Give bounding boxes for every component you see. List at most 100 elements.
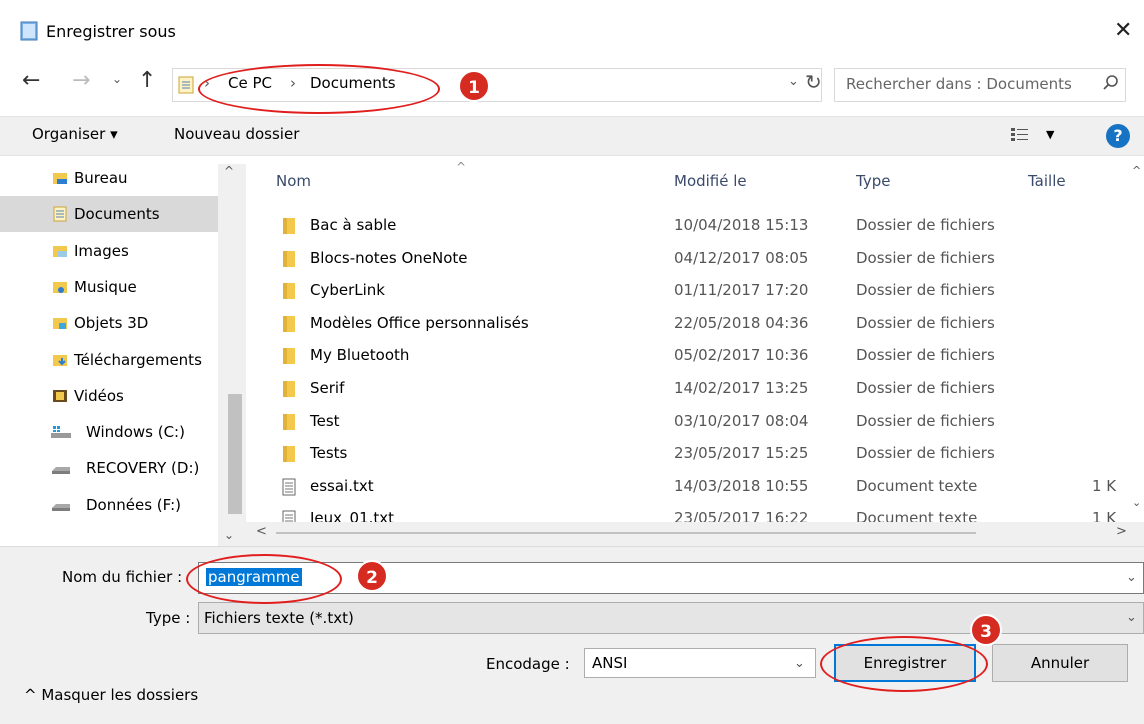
scroll-down-icon[interactable]: ⌄ — [224, 528, 234, 542]
file-modified: 23/05/2017 16:22 — [674, 509, 809, 522]
navigation-scrollbar-thumb[interactable] — [228, 394, 242, 514]
view-options-icon[interactable] — [1010, 126, 1030, 144]
column-header-size[interactable]: Taille — [1028, 172, 1066, 190]
scroll-right-icon[interactable]: > — [1116, 524, 1127, 539]
file-row[interactable]: CyberLink 01/11/2017 17:20 Dossier de fich… — [260, 275, 1136, 307]
encoding-dropdown-icon[interactable]: ⌄ — [794, 656, 805, 671]
recent-locations-chevron-icon[interactable]: ⌄ — [112, 72, 122, 86]
file-modified: 03/10/2017 08:04 — [674, 411, 809, 430]
sidebar-item[interactable]: Musique — [0, 269, 218, 305]
file-row[interactable]: Blocs-notes OneNote 04/12/2017 08:05 Dossi… — [260, 243, 1136, 275]
file-size: 1 K — [1092, 509, 1117, 522]
address-dropdown-icon[interactable]: ⌄ — [788, 74, 799, 89]
file-type: Dossier de fichiers — [856, 379, 995, 397]
file-row[interactable]: Tests 23/05/2017 15:25 Dossier de fichiers — [260, 438, 1136, 470]
sidebar-item-label: Bureau — [74, 169, 128, 187]
search-icon[interactable] — [1102, 74, 1120, 92]
search-placeholder[interactable]: Rechercher dans : Documents — [846, 75, 1072, 93]
text-file-icon — [282, 510, 296, 522]
column-header-type[interactable]: Type — [856, 172, 890, 190]
forward-arrow-icon[interactable]: → — [72, 68, 90, 93]
file-list: Bac à sable 10/04/2018 15:13 Dossier de fi… — [260, 204, 1136, 522]
sidebar-item-label: Vidéos — [74, 386, 124, 405]
organize-button[interactable]: Organiser ▾ — [32, 125, 118, 143]
file-type: Dossier de fichiers — [856, 411, 995, 430]
file-size: 1 K — [1092, 476, 1117, 495]
sidebar-item[interactable]: Images — [0, 233, 218, 269]
sidebar-item-label: Téléchargements — [74, 350, 202, 369]
downloads-folder-icon — [52, 352, 68, 368]
file-type: Document texte — [856, 476, 978, 495]
documents-folder-icon — [52, 206, 68, 222]
sidebar-item[interactable]: RECOVERY (D:) — [0, 450, 218, 486]
annotation-ring — [186, 554, 342, 604]
column-header-modified[interactable]: Modifié le — [674, 172, 747, 190]
file-modified: 14/02/2017 13:25 — [674, 379, 809, 397]
annotation-badge: 1 — [458, 70, 490, 102]
help-icon[interactable]: ? — [1106, 124, 1130, 148]
type-value[interactable]: Fichiers texte (*.txt) — [204, 609, 354, 627]
annotation-ring — [820, 636, 988, 692]
sidebar-item-label: Documents — [74, 205, 160, 224]
file-type: Dossier de fichiers — [856, 216, 995, 234]
up-arrow-icon[interactable]: ↑ — [138, 68, 156, 93]
cancel-button[interactable]: Annuler — [992, 644, 1128, 682]
file-row[interactable]: Modèles Office personnalisés 22/05/2018 0… — [260, 308, 1136, 340]
refresh-icon[interactable]: ↻ — [805, 70, 822, 94]
annotation-badge: 2 — [356, 560, 388, 592]
type-label: Type : — [146, 609, 191, 627]
view-dropdown-icon[interactable]: ▼ — [1046, 128, 1054, 141]
file-row[interactable]: Serif 14/02/2017 13:25 Dossier de fichiers — [260, 373, 1136, 405]
sidebar-item[interactable]: Documents — [0, 196, 218, 233]
window-title: Enregistrer sous — [46, 22, 176, 41]
filename-dropdown-icon[interactable]: ⌄ — [1126, 570, 1137, 585]
file-type: Dossier de fichiers — [856, 248, 995, 267]
documents-location-icon — [178, 76, 194, 94]
sort-ascending-icon: ^ — [456, 160, 467, 174]
folder-icon — [282, 347, 296, 365]
scroll-up-icon[interactable]: ^ — [224, 164, 234, 178]
folder-icon — [282, 380, 296, 398]
file-row[interactable]: essai.txt 14/03/2018 10:55 Document texte 1… — [260, 471, 1136, 503]
sidebar-item[interactable]: Windows (C:) — [0, 414, 218, 450]
scroll-up-icon[interactable]: ^ — [1132, 164, 1141, 177]
folder-icon — [282, 250, 296, 268]
file-row[interactable]: My Bluetooth 05/02/2017 10:36 Dossier de f… — [260, 340, 1136, 372]
sidebar-item-label: Données (F:) — [86, 495, 182, 514]
text-file-icon — [282, 478, 296, 496]
scroll-left-icon[interactable]: < — [256, 524, 267, 539]
new-folder-button[interactable]: Nouveau dossier — [174, 125, 299, 143]
file-row[interactable]: Bac à sable 10/04/2018 15:13 Dossier de fi… — [260, 210, 1136, 242]
music-folder-icon — [52, 279, 68, 295]
column-header-name[interactable]: Nom — [276, 172, 311, 190]
sidebar-item-label: Images — [74, 241, 129, 260]
hide-folders-button[interactable]: ^ Masquer les dossiers — [24, 686, 198, 704]
3d-objects-folder-icon — [52, 315, 68, 331]
notepad-icon — [18, 20, 40, 42]
sidebar-item[interactable]: Téléchargements — [0, 342, 218, 378]
horizontal-scrollbar-thumb[interactable] — [276, 532, 976, 534]
sidebar-item[interactable]: Données (F:) — [0, 487, 218, 523]
command-bar — [0, 116, 1144, 156]
sidebar-item[interactable]: Objets 3D — [0, 305, 218, 341]
encoding-label: Encodage : — [486, 655, 570, 673]
sidebar-item-label: RECOVERY (D:) — [86, 459, 200, 478]
folder-icon — [282, 217, 296, 235]
drive-icon — [50, 460, 72, 476]
sidebar-item[interactable]: Vidéos — [0, 378, 218, 414]
file-row[interactable]: Test 03/10/2017 08:04 Dossier de fichiers — [260, 406, 1136, 438]
file-modified: 04/12/2017 08:05 — [674, 248, 809, 267]
sidebar-item[interactable]: Bureau — [0, 160, 218, 196]
close-icon[interactable]: ✕ — [1114, 18, 1132, 43]
folder-icon — [282, 445, 296, 463]
file-modified: 23/05/2017 15:25 — [674, 444, 809, 463]
file-name: essai.txt — [310, 476, 374, 495]
type-dropdown-icon[interactable]: ⌄ — [1126, 610, 1137, 625]
encoding-value[interactable]: ANSI — [592, 654, 627, 672]
file-modified: 10/04/2018 15:13 — [674, 216, 809, 234]
back-arrow-icon[interactable]: ← — [22, 68, 40, 93]
horizontal-scrollbar[interactable] — [246, 522, 1144, 546]
file-row[interactable]: Jeux_01.txt 23/05/2017 16:22 Document text… — [260, 503, 1136, 522]
file-modified: 14/03/2018 10:55 — [674, 476, 809, 495]
file-name: Jeux_01.txt — [310, 509, 395, 522]
